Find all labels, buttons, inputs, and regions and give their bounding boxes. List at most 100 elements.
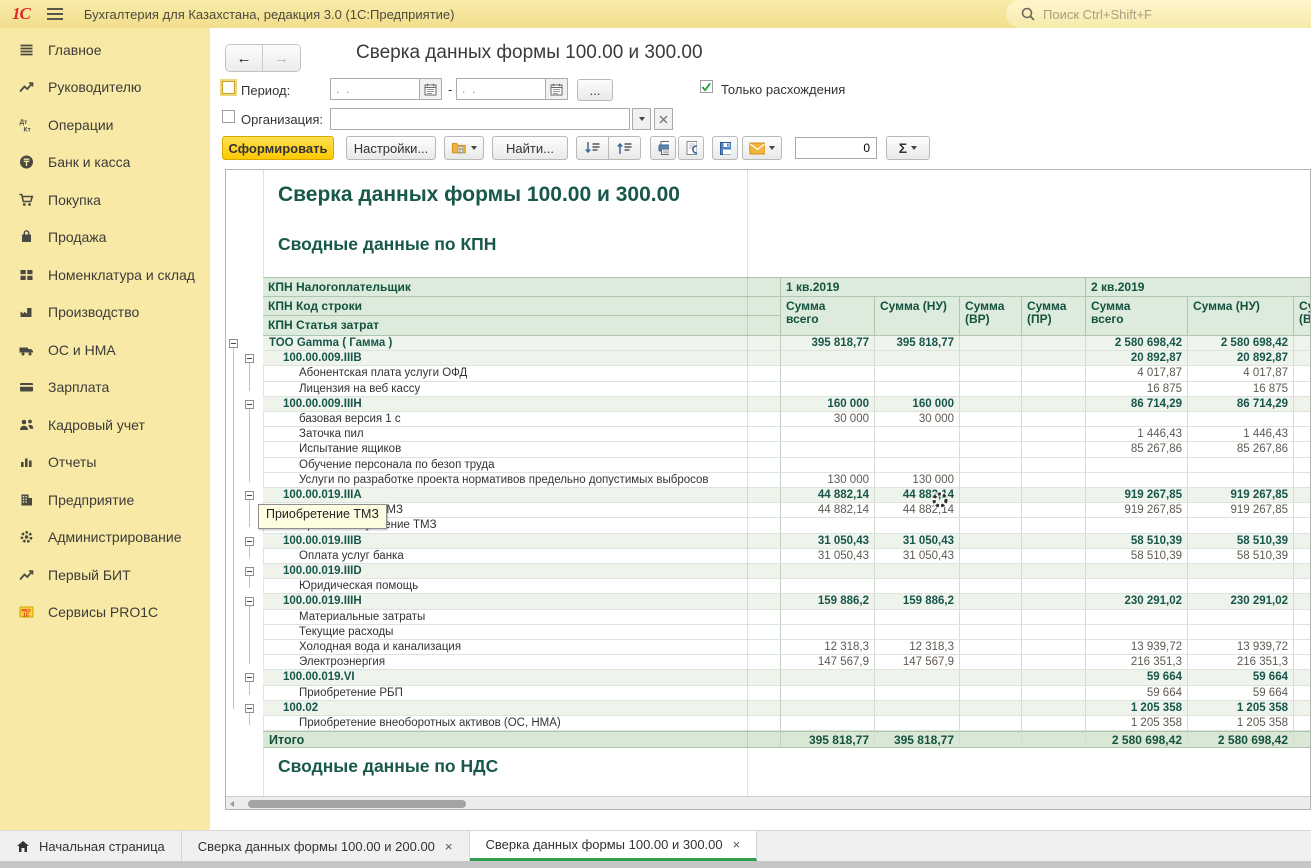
report-row-label[interactable]: Материальные затраты [263, 610, 781, 625]
report-cell[interactable] [1294, 610, 1311, 625]
collapse-minus-icon[interactable] [245, 491, 254, 500]
report-cell[interactable]: 58 510,39 [1188, 534, 1294, 549]
report-row-label[interactable]: 100.02 [263, 701, 781, 716]
report-cell[interactable]: 1 205 358 [1086, 716, 1188, 731]
tab-report-2[interactable]: Сверка данных формы 100.00 и 300.00× [470, 831, 758, 861]
header-cost-item[interactable]: КПН Статья затрат [263, 316, 781, 336]
report-cell[interactable] [960, 336, 1022, 351]
report-row[interactable]: 100.00.019.VI59 66459 664 [263, 670, 1311, 685]
report-row-label[interactable]: Приобретение внеоборотных активов (ОС, Н… [263, 716, 781, 731]
report-cell[interactable]: 130 000 [875, 473, 960, 488]
report-cell[interactable] [875, 610, 960, 625]
report-row[interactable]: Испытание ящиков85 267,8685 267,86 [263, 442, 1311, 457]
report-cell[interactable]: 1 205 358 [1188, 701, 1294, 716]
report-cell[interactable] [1294, 442, 1311, 457]
report-cell[interactable] [1022, 458, 1086, 473]
report-row[interactable]: Приобретение РБП59 66459 664 [263, 686, 1311, 701]
report-cell[interactable]: 230 291,02 [1086, 594, 1188, 609]
period-more-button[interactable]: ... [577, 79, 613, 101]
report-cell[interactable] [960, 640, 1022, 655]
header-line-code[interactable]: КПН Код строки [263, 297, 781, 316]
report-row[interactable]: 100.00.019.IIIA44 882,1444 882,14919 267… [263, 488, 1311, 503]
report-cell[interactable] [1022, 564, 1086, 579]
save-button[interactable] [712, 136, 738, 160]
report-cell[interactable] [960, 473, 1022, 488]
column-header[interactable]: Сумма (ПР) [1022, 297, 1086, 336]
report-cell[interactable]: 44 882,14 [781, 488, 875, 503]
report-cell[interactable] [1022, 503, 1086, 518]
report-cell[interactable] [781, 610, 875, 625]
report-cell[interactable]: 31 050,43 [781, 534, 875, 549]
report-row[interactable]: 100.00.019.IIIH159 886,2159 886,2230 291… [263, 594, 1311, 609]
report-cell[interactable] [1294, 564, 1311, 579]
report-row-label[interactable]: 100.00.019.IIIA [263, 488, 781, 503]
report-cell[interactable]: 2 580 698,42 [1188, 731, 1294, 748]
report-row-label[interactable]: 100.00.009.IIIH [263, 397, 781, 412]
report-cell[interactable] [1086, 610, 1188, 625]
report-cell[interactable] [1022, 594, 1086, 609]
sidebar-item-grid[interactable]: Номенклатура и склад [0, 256, 210, 294]
report-cell[interactable] [781, 701, 875, 716]
report-cell[interactable] [1086, 518, 1188, 533]
report-cell[interactable]: 1 446,43 [1188, 427, 1294, 442]
report-cell[interactable] [960, 594, 1022, 609]
header-taxpayer[interactable]: КПН Налогоплательщик [263, 278, 781, 297]
report-row-label[interactable]: Испытание ящиков [263, 442, 781, 457]
report-row-label[interactable]: 100.00.019.IIID [263, 564, 781, 579]
report-cell[interactable] [1188, 458, 1294, 473]
report-row[interactable]: Обучение персонала по безоп труда [263, 458, 1311, 473]
report-row-label[interactable]: ТОО Gamma ( Гамма ) [263, 336, 781, 351]
report-row[interactable]: Услуги по разработке проекта нормативов … [263, 473, 1311, 488]
report-cell[interactable] [781, 579, 875, 594]
report-cell[interactable] [1294, 549, 1311, 564]
report-row-label[interactable]: Юридическая помощь [263, 579, 781, 594]
tab-report-1[interactable]: Сверка данных формы 100.00 и 200.00× [182, 831, 470, 861]
report-cell[interactable] [960, 351, 1022, 366]
generate-button[interactable]: Сформировать [222, 136, 334, 160]
sidebar-item-truck[interactable]: ОС и НМА [0, 331, 210, 369]
organization-clear-button[interactable] [654, 108, 673, 130]
report-cell[interactable] [1294, 397, 1311, 412]
report-cell[interactable] [875, 427, 960, 442]
report-cell[interactable] [1294, 701, 1311, 716]
report-cell[interactable] [1294, 427, 1311, 442]
report-cell[interactable] [1022, 610, 1086, 625]
report-cell[interactable]: 230 291,02 [1188, 594, 1294, 609]
column-header[interactable]: Сумма (ВР) [1294, 297, 1311, 336]
collapse-minus-icon[interactable] [245, 354, 254, 363]
report-row[interactable]: Заточка пил1 446,431 446,43 [263, 427, 1311, 442]
report-cell[interactable] [960, 458, 1022, 473]
report-cell[interactable] [781, 351, 875, 366]
report-cell[interactable] [960, 442, 1022, 457]
tab-home[interactable]: Начальная страница [0, 831, 182, 861]
column-header[interactable]: Сумма (НУ) [1188, 297, 1294, 336]
report-cell[interactable] [1022, 716, 1086, 731]
report-cell[interactable] [781, 458, 875, 473]
report-row-label[interactable]: 100.00.019.VI [263, 670, 781, 685]
sidebar-item-trend[interactable]: Руководителю [0, 69, 210, 107]
report-cell[interactable]: 13 939,72 [1188, 640, 1294, 655]
report-cell[interactable]: 31 050,43 [781, 549, 875, 564]
collapse-minus-icon[interactable] [245, 704, 254, 713]
report-cell[interactable] [960, 427, 1022, 442]
report-cell[interactable] [875, 458, 960, 473]
report-cell[interactable] [781, 518, 875, 533]
report-cell[interactable]: 86 714,29 [1188, 397, 1294, 412]
collapse-minus-icon[interactable] [245, 673, 254, 682]
main-menu-icon[interactable] [46, 7, 64, 21]
report-cell[interactable]: 30 000 [875, 412, 960, 427]
report-cell[interactable] [1188, 579, 1294, 594]
report-cell[interactable]: 159 886,2 [781, 594, 875, 609]
report-cell[interactable] [1022, 488, 1086, 503]
report-cell[interactable] [1294, 655, 1311, 670]
report-cell[interactable]: 20 892,87 [1086, 351, 1188, 366]
report-cell[interactable]: 147 567,9 [875, 655, 960, 670]
report-cell[interactable]: 216 351,3 [1086, 655, 1188, 670]
report-cell[interactable]: 919 267,85 [1188, 488, 1294, 503]
sidebar-item-factory[interactable]: Производство [0, 294, 210, 332]
send-mail-button[interactable] [742, 136, 782, 160]
report-cell[interactable]: 86 714,29 [1086, 397, 1188, 412]
report-cell[interactable] [1022, 518, 1086, 533]
report-cell[interactable] [960, 397, 1022, 412]
report-cell[interactable] [1188, 625, 1294, 640]
